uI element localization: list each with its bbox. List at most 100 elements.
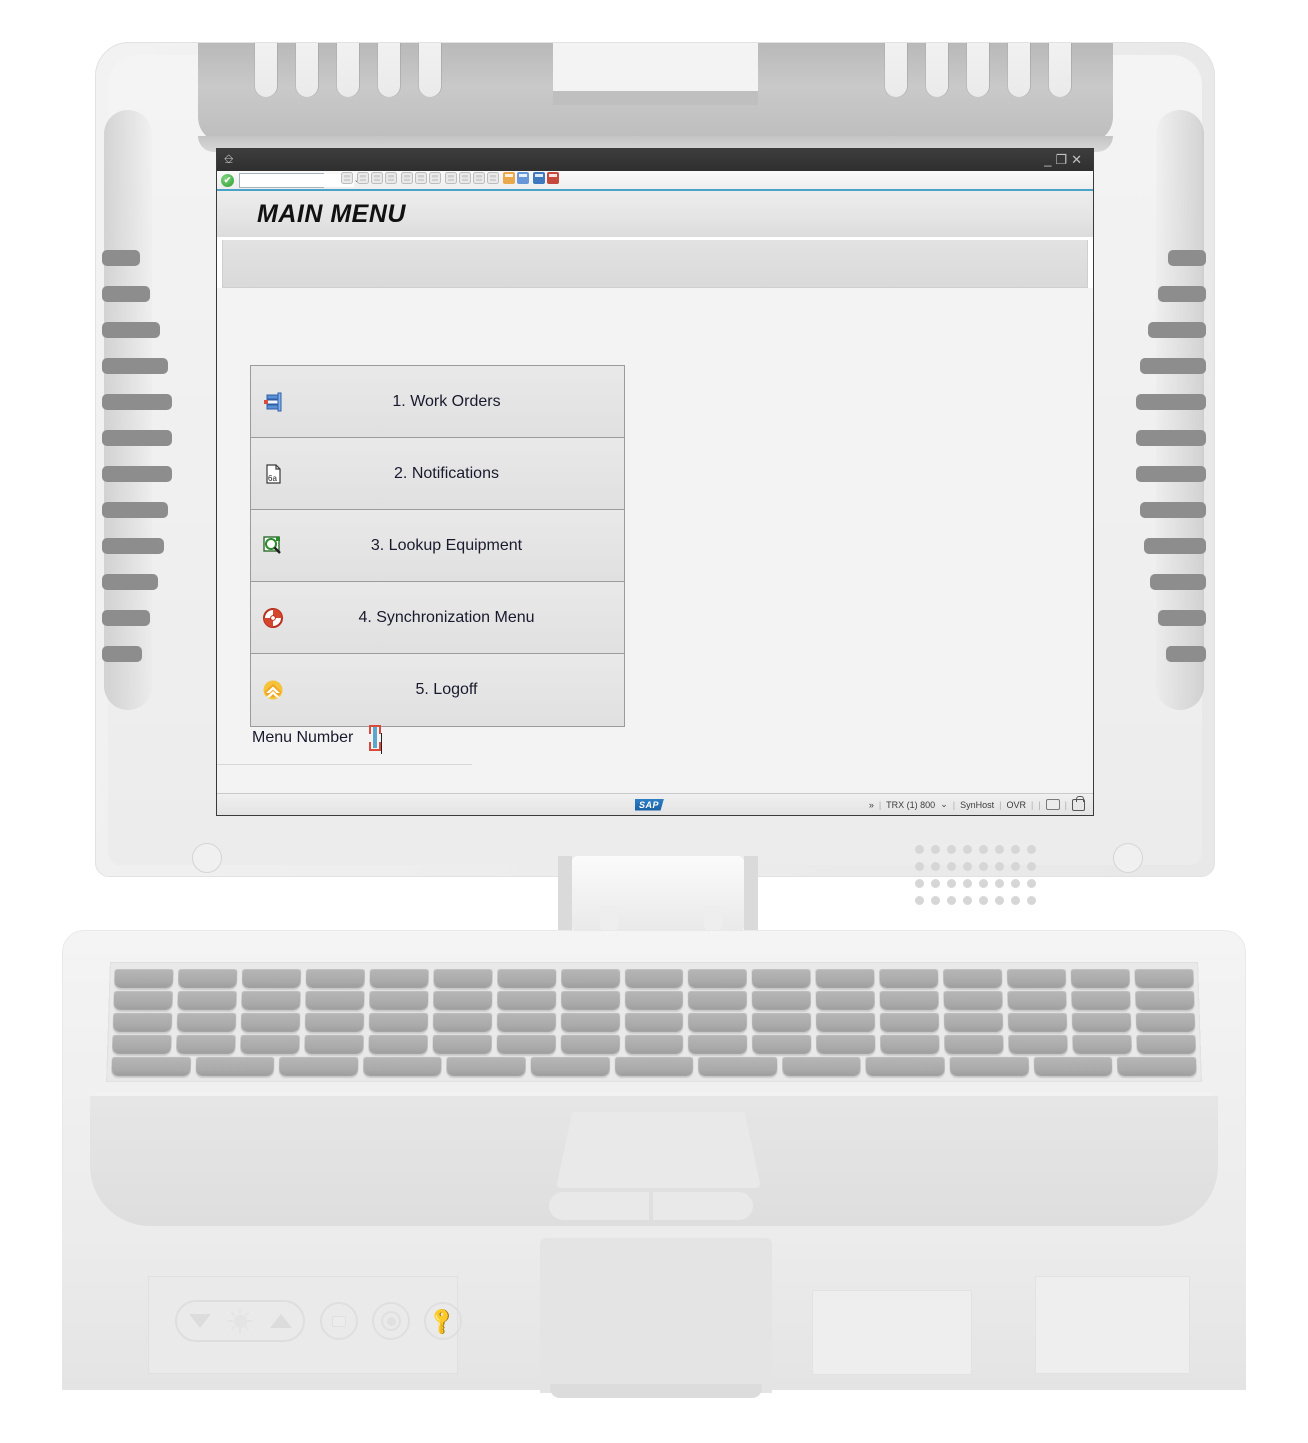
keyboard-key[interactable] [177,969,238,989]
minimize-button[interactable]: _ [1044,152,1055,167]
help-icon[interactable] [532,171,546,185]
menu-item-4[interactable]: 4. Synchronization Menu [251,582,624,654]
keyboard-key[interactable] [304,1035,364,1055]
keyboard-key[interactable] [305,991,365,1011]
keyboard-key[interactable] [949,1057,1029,1077]
keyboard-key[interactable] [368,991,429,1011]
keyboard-key[interactable] [624,1035,684,1055]
keyboard-key[interactable] [624,969,684,989]
window-menu-icon[interactable]: ⎒ [224,153,237,166]
brightness-up-icon[interactable] [269,1314,292,1328]
status-system-chevron-down-icon[interactable]: ⌄ [940,799,948,810]
keyboard-key[interactable] [943,969,1003,989]
keyboard-key[interactable] [560,991,620,1011]
keyboard-key[interactable] [1071,1013,1132,1032]
keyboard-key[interactable] [114,969,174,989]
touchpad[interactable] [556,1112,761,1188]
previous-page-icon[interactable] [458,171,472,185]
keyboard-key[interactable] [433,969,493,989]
keyboard-key[interactable] [879,969,939,989]
keyboard-key[interactable] [113,991,173,1011]
keyboard-key[interactable] [560,1013,620,1032]
keyboard-key[interactable] [112,1013,173,1032]
close-button[interactable]: ✕ [1071,152,1086,167]
keyboard-key[interactable] [688,991,748,1011]
menu-item-3[interactable]: 3. Lookup Equipment [251,510,624,582]
next-page-icon[interactable] [472,171,486,185]
keyboard-key[interactable] [560,1035,620,1055]
keyboard-key[interactable] [1008,1035,1068,1055]
keyboard-key[interactable] [944,1035,1004,1055]
keyboard-key[interactable] [1033,1057,1113,1077]
keyboard-key[interactable] [752,1013,812,1032]
keyboard-key[interactable] [1135,1013,1196,1032]
keyboard-key[interactable] [369,969,429,989]
keyboard-key[interactable] [624,1013,684,1032]
keyboard-key[interactable] [240,1035,300,1055]
keyboard-key[interactable] [752,969,812,989]
last-page-icon[interactable] [486,171,500,185]
keyboard-key[interactable] [111,1035,172,1055]
keyboard-key[interactable] [688,1035,748,1055]
keyboard-key[interactable] [1007,969,1067,989]
power-button[interactable] [372,1302,410,1340]
keyboard-key[interactable] [177,991,237,1011]
keyboard-key[interactable] [368,1013,428,1032]
keyboard-key[interactable] [304,1013,364,1032]
status-expand-button[interactable]: » [869,800,874,810]
menu-item-2[interactable]: 6a 2. Notifications [251,438,624,510]
command-field[interactable]: ⌄ [239,172,360,188]
keyboard-key[interactable] [1070,969,1131,989]
key-button[interactable]: 🔑 [424,1302,462,1340]
keyboard-key[interactable] [446,1057,526,1077]
keyboard-key[interactable] [1007,1013,1068,1032]
keyboard-key[interactable] [496,1035,556,1055]
create-session-icon[interactable] [502,171,516,185]
keyboard-status-icon[interactable] [1045,799,1060,810]
keyboard-key[interactable] [782,1057,862,1077]
keyboard-key[interactable] [432,1035,492,1055]
keyboard-key[interactable] [1071,991,1131,1011]
ok-status-icon[interactable]: ✔ [221,173,234,187]
keyboard-key[interactable] [816,991,876,1011]
keyboard-key[interactable] [944,1013,1004,1032]
keyboard-key[interactable] [1135,991,1195,1011]
keyboard-key[interactable] [362,1057,443,1077]
keyboard-key[interactable] [496,1013,556,1032]
maximize-button[interactable]: ❐ [1055,152,1071,167]
keyboard-key[interactable] [176,1013,237,1032]
keyboard-key[interactable] [943,991,1003,1011]
keyboard-key[interactable] [816,1035,876,1055]
keyboard-backlight-button[interactable] [320,1302,358,1340]
keyboard-key[interactable] [880,1035,940,1055]
keyboard-key[interactable] [1007,991,1067,1011]
save-icon[interactable] [340,171,354,185]
back-icon[interactable] [356,171,370,185]
keyboard-key[interactable] [624,991,684,1011]
session-lock-icon[interactable] [1072,795,1085,811]
keyboard[interactable] [106,962,1202,1083]
keyboard-key[interactable] [688,969,748,989]
keyboard-key[interactable] [816,1013,876,1032]
keyboard-key[interactable] [1072,1035,1132,1055]
keyboard-key[interactable] [752,991,812,1011]
find-icon[interactable] [414,171,428,185]
print-icon[interactable] [400,171,414,185]
keyboard-key[interactable] [560,969,620,989]
menu-number-input[interactable] [373,727,383,754]
keyboard-key[interactable] [880,1013,940,1032]
first-page-icon[interactable] [444,171,458,185]
find-next-icon[interactable] [428,171,442,185]
brightness-control[interactable] [175,1300,305,1342]
brightness-down-icon[interactable] [188,1314,211,1328]
menu-number-field-wrapper[interactable] [369,725,383,754]
create-shortcut-icon[interactable] [516,171,530,185]
keyboard-key[interactable] [241,969,301,989]
keyboard-key[interactable] [496,969,556,989]
keyboard-key[interactable] [496,991,556,1011]
keyboard-key[interactable] [195,1057,275,1077]
keyboard-key[interactable] [432,1013,492,1032]
keyboard-key[interactable] [1117,1057,1197,1077]
window-controls[interactable]: _❐✕ [1044,152,1086,168]
keyboard-key[interactable] [432,991,492,1011]
